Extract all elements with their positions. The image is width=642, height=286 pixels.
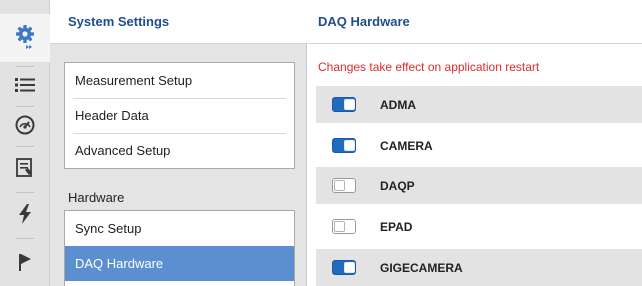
- settings-nav-panel: System Settings Measurement Setup Header…: [50, 0, 307, 286]
- gauge-icon: [15, 115, 35, 138]
- menu-item-header-data[interactable]: Header Data: [65, 98, 294, 133]
- device-label: DAQP: [380, 178, 415, 193]
- daq-header: DAQ Hardware: [308, 0, 642, 44]
- menu-item-measurement-setup[interactable]: Measurement Setup: [65, 63, 294, 98]
- rail-list[interactable]: [0, 66, 50, 106]
- rail-document[interactable]: [0, 146, 50, 192]
- device-row: GIGECAMERA: [316, 249, 642, 286]
- device-toggle[interactable]: [332, 260, 356, 275]
- device-toggle[interactable]: [332, 97, 356, 112]
- daq-hardware-panel: DAQ Hardware Changes take effect on appl…: [308, 0, 642, 286]
- device-toggle[interactable]: [332, 138, 356, 153]
- device-toggle[interactable]: [332, 178, 356, 193]
- settings-title: System Settings: [68, 14, 170, 29]
- flag-icon: [17, 251, 33, 274]
- rail-lightning[interactable]: [0, 192, 50, 238]
- rail-flag[interactable]: [0, 238, 50, 286]
- icon-rail: [0, 0, 50, 286]
- menu-item-daq-hardware[interactable]: DAQ Hardware: [65, 246, 294, 281]
- menu-item-sync-setup[interactable]: Sync Setup: [65, 211, 294, 246]
- hardware-menu: Sync Setup DAQ Hardware: [64, 210, 295, 286]
- device-label: EPAD: [380, 219, 413, 234]
- daq-title: DAQ Hardware: [318, 14, 410, 29]
- document-icon: [16, 157, 34, 181]
- settings-header: System Settings: [50, 0, 307, 44]
- hardware-section-label: Hardware: [68, 190, 125, 205]
- rail-system-settings[interactable]: [0, 14, 50, 62]
- device-row: ADMA: [316, 86, 642, 123]
- settings-menu: Measurement Setup Header Data Advanced S…: [64, 62, 295, 169]
- restart-notice: Changes take effect on application resta…: [318, 60, 540, 74]
- rail-gauge[interactable]: [0, 106, 50, 146]
- device-row: EPAD: [316, 208, 642, 245]
- gear-icon: [14, 24, 36, 53]
- device-row: CAMERA: [316, 127, 642, 164]
- device-label: GIGECAMERA: [380, 260, 463, 275]
- device-toggle[interactable]: [332, 219, 356, 234]
- menu-item-advanced-setup[interactable]: Advanced Setup: [65, 133, 294, 168]
- list-icon: [15, 77, 35, 96]
- device-row: DAQP: [316, 167, 642, 204]
- device-label: CAMERA: [380, 138, 433, 153]
- lightning-icon: [17, 203, 33, 227]
- device-label: ADMA: [380, 97, 416, 112]
